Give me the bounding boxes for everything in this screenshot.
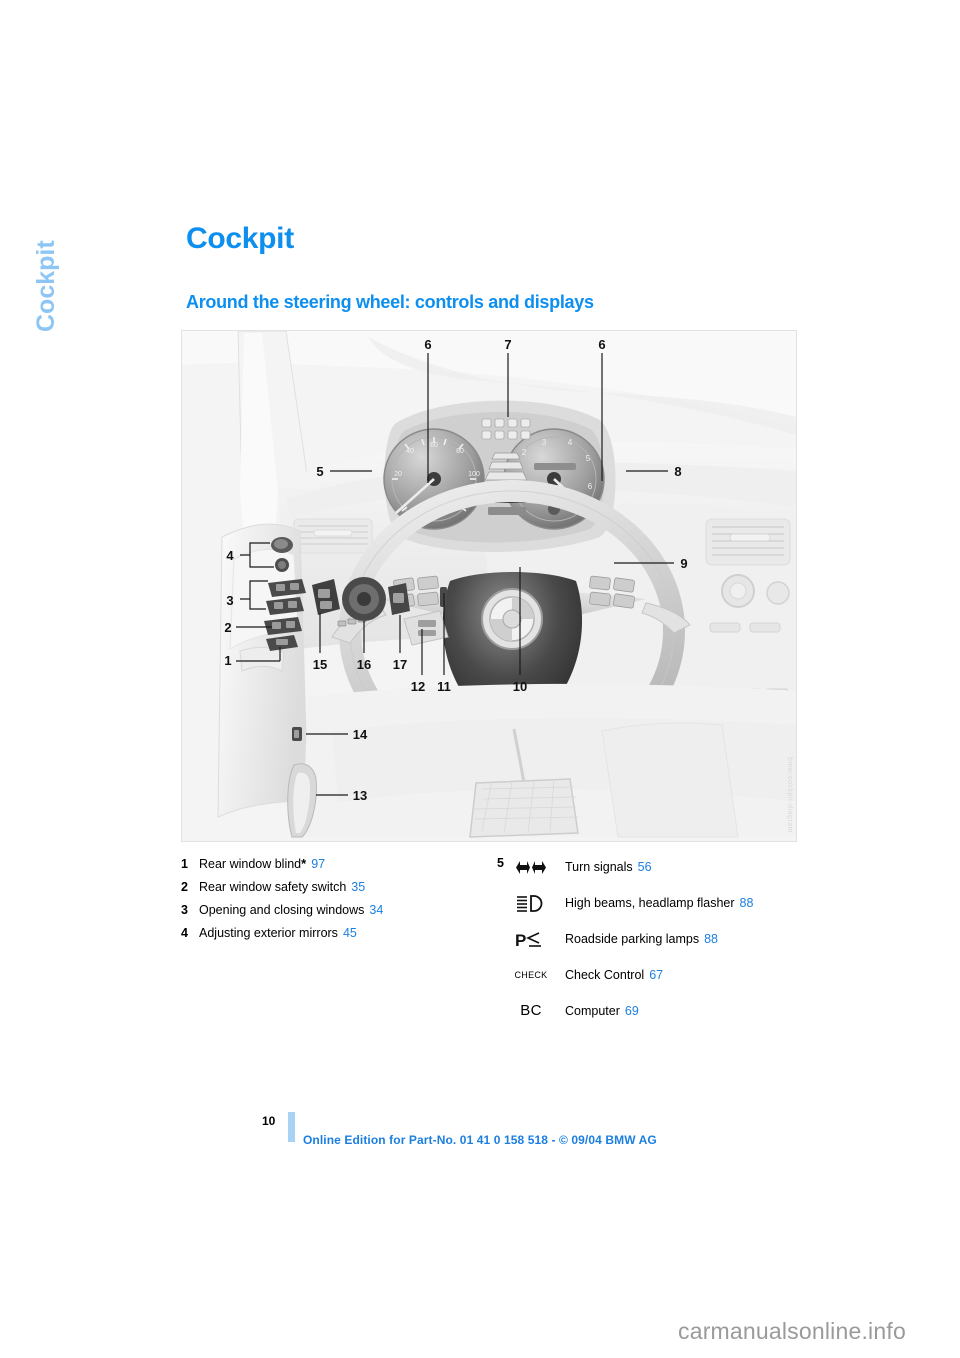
svg-text:3: 3 (542, 438, 547, 447)
footer-edition-text: Online Edition for Part-No. 01 41 0 158 … (303, 1133, 657, 1147)
page-reference[interactable]: 67 (649, 968, 663, 982)
legend-item: P Roadside parking lamps 88 (497, 928, 807, 950)
legend-number: 4 (181, 926, 188, 940)
cockpit-illustration: 40 60 80 100 120 20 2 3 4 5 6 7 1 (181, 330, 797, 842)
page-reference[interactable]: 56 (638, 860, 652, 874)
legend-item: BC Computer 69 (497, 1000, 807, 1022)
legend-number: 3 (181, 903, 188, 917)
legend-left-column: 1 Rear window blind* 97 2 Rear window saf… (181, 856, 491, 948)
page-reference[interactable]: 34 (369, 903, 383, 917)
legend-label: Turn signals 56 (565, 860, 652, 874)
svg-text:6: 6 (588, 482, 593, 491)
svg-text:1: 1 (224, 653, 231, 668)
legend-label: Opening and closing windows 34 (199, 903, 384, 917)
legend-label: Rear window safety switch 35 (199, 880, 366, 894)
svg-text:8: 8 (674, 464, 681, 479)
legend-item: CHECK Check Control 67 (497, 964, 807, 986)
site-watermark: carmanualsonline.info (678, 1318, 906, 1344)
page-number: 10 (262, 1114, 276, 1128)
cockpit-diagram-svg: 40 60 80 100 120 20 2 3 4 5 6 7 1 (182, 331, 796, 841)
legend-label: Computer 69 (565, 1004, 639, 1018)
page-reference[interactable]: 88 (704, 932, 718, 946)
section-title: Around the steering wheel: controls and … (186, 292, 594, 312)
page-reference[interactable]: 69 (625, 1004, 639, 1018)
svg-text:100: 100 (468, 471, 480, 478)
manual-page: Cockpit Cockpit Around the steering whee… (0, 0, 960, 1358)
svg-text:6: 6 (598, 337, 605, 352)
svg-text:4: 4 (226, 548, 234, 563)
computer-icon: BC (497, 1000, 565, 1022)
svg-text:5: 5 (586, 454, 591, 463)
page-reference[interactable]: 97 (311, 857, 325, 871)
optional-equipment-marker: * (301, 856, 307, 871)
svg-text:15: 15 (313, 657, 327, 672)
legend-number: 2 (181, 880, 188, 894)
legend-right-column: Turn signals 56 High beams, headlamp flas… (497, 856, 807, 1036)
legend-item: 3 Opening and closing windows 34 (181, 902, 491, 918)
page-reference[interactable]: 35 (351, 880, 365, 894)
illustration-code: bmw-cockpit-diagram (786, 756, 793, 833)
footer-accent-bar (288, 1112, 295, 1142)
svg-text:P: P (515, 931, 526, 948)
check-control-glyph-text: CHECK (514, 970, 548, 980)
check-control-icon: CHECK (497, 964, 565, 986)
svg-text:12: 12 (411, 679, 425, 694)
legend-label: Check Control 67 (565, 968, 664, 982)
svg-text:5: 5 (316, 464, 323, 479)
high-beams-icon (497, 892, 565, 914)
svg-text:3: 3 (226, 593, 233, 608)
legend-label: Roadside parking lamps 88 (565, 932, 719, 946)
turn-signals-icon (497, 856, 565, 878)
computer-glyph-text: BC (520, 1002, 542, 1019)
legend-item: Turn signals 56 (497, 856, 807, 878)
chapter-tab: Cockpit (32, 212, 152, 332)
legend-item: High beams, headlamp flasher 88 (497, 892, 807, 914)
legend-item: 1 Rear window blind* 97 (181, 856, 491, 872)
svg-text:2: 2 (522, 448, 527, 457)
legend-label: Rear window blind* 97 (199, 856, 326, 871)
svg-text:80: 80 (456, 448, 464, 455)
svg-text:6: 6 (424, 337, 431, 352)
svg-text:13: 13 (353, 788, 367, 803)
svg-text:17: 17 (393, 657, 407, 672)
svg-text:7: 7 (504, 337, 511, 352)
svg-text:60: 60 (430, 442, 438, 449)
roadside-parking-lamps-icon: P (497, 928, 565, 950)
svg-text:40: 40 (406, 448, 414, 455)
svg-text:4: 4 (568, 438, 573, 447)
svg-text:14: 14 (353, 727, 368, 742)
chapter-tab-label: Cockpit (32, 240, 60, 332)
svg-text:16: 16 (357, 657, 371, 672)
legend-label: High beams, headlamp flasher 88 (565, 896, 754, 910)
svg-text:11: 11 (437, 679, 451, 694)
svg-text:2: 2 (224, 620, 231, 635)
svg-text:10: 10 (513, 679, 527, 694)
svg-text:20: 20 (394, 471, 402, 478)
legend-label: Adjusting exterior mirrors 45 (199, 926, 357, 940)
legend-item: 4 Adjusting exterior mirrors 45 (181, 925, 491, 941)
page-reference[interactable]: 45 (343, 926, 357, 940)
page-title: Cockpit (186, 222, 294, 255)
legend-item: 2 Rear window safety switch 35 (181, 879, 491, 895)
svg-text:9: 9 (680, 556, 687, 571)
legend-number: 1 (181, 857, 188, 871)
page-reference[interactable]: 88 (740, 896, 754, 910)
